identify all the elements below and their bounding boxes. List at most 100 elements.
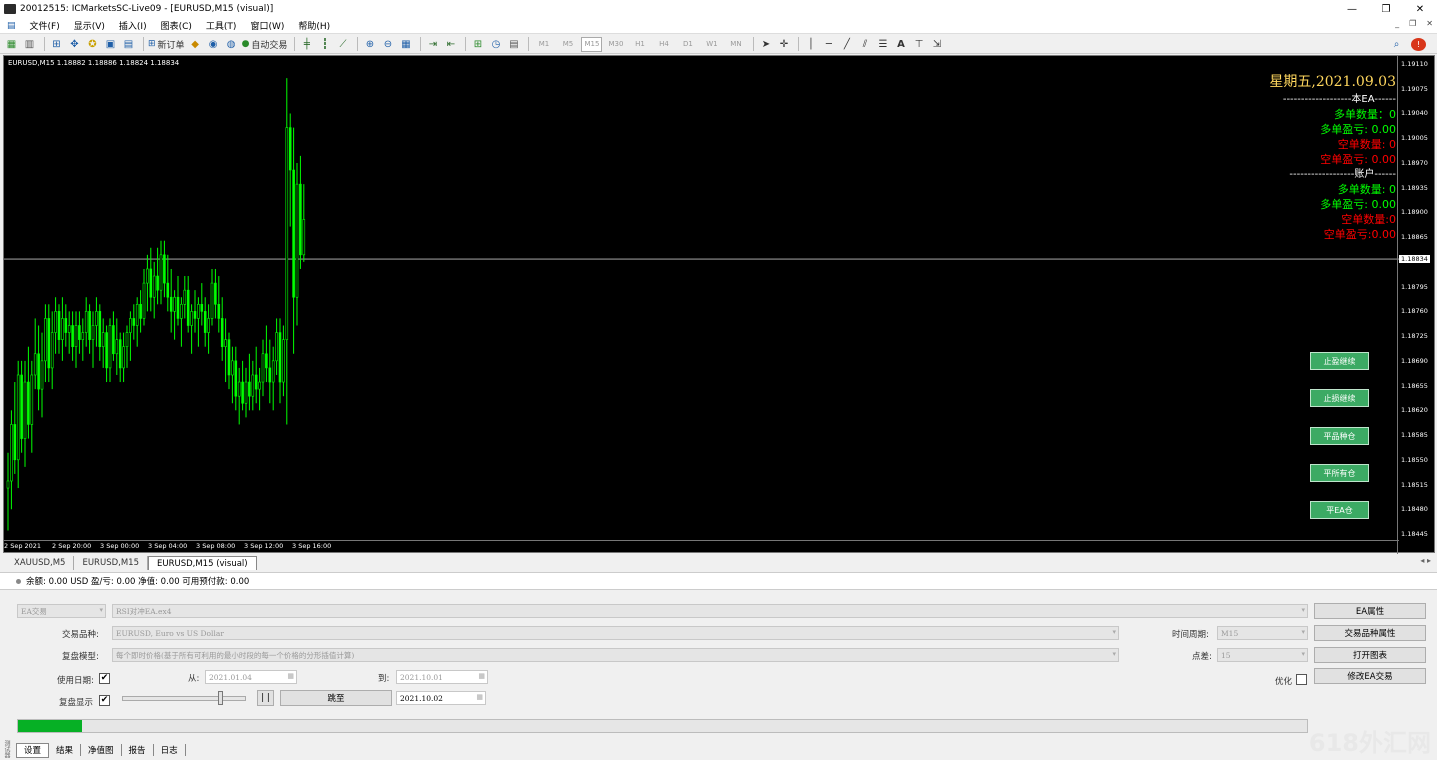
close-ea-positions-button[interactable]: 平EA仓 (1310, 501, 1369, 519)
timeframe-m15[interactable]: M15 (581, 36, 603, 52)
ea-properties-button[interactable]: EA属性 (1314, 603, 1426, 619)
metaeditor-icon[interactable]: ◆ (188, 37, 203, 52)
maximize-button[interactable]: ❐ (1369, 0, 1403, 18)
timeframe-h4[interactable]: H4 (653, 37, 674, 52)
skip-to-date-input[interactable]: 2021.10.02 ▦ (396, 691, 486, 705)
crosshair-icon[interactable]: ✛ (776, 37, 791, 52)
zoom-out-icon[interactable]: ⊖ (380, 37, 395, 52)
timeframe-m1[interactable]: M1 (533, 37, 554, 52)
menu-window[interactable]: 窗口(W) (243, 19, 291, 32)
profiles-icon[interactable]: ▥ (22, 37, 37, 52)
to-date-input[interactable]: 2021.10.01 ▦ (396, 670, 488, 684)
data-window-icon[interactable]: ✥ (67, 37, 82, 52)
candlestick-icon[interactable]: ┇ (317, 37, 332, 52)
close-all-positions-button[interactable]: 平所有仓 (1310, 464, 1369, 482)
periods-icon[interactable]: ◷ (488, 37, 503, 52)
ea-file-select[interactable]: RSI对冲EA.ex4 ▾ (112, 604, 1308, 618)
auto-trading-button[interactable]: ● 自动交易 (242, 37, 288, 52)
tab-xauusd-m5[interactable]: XAUUSD,M5 (6, 556, 75, 570)
menu-insert[interactable]: 插入(I) (112, 19, 154, 32)
signals-icon[interactable]: ◉ (206, 37, 221, 52)
trendline-icon[interactable]: ╱ (839, 37, 854, 52)
mdi-close-button[interactable]: ✕ (1426, 19, 1433, 28)
tab-settings[interactable]: 设置 (16, 742, 50, 758)
candle (271, 346, 275, 411)
mdi-restore-button[interactable]: ❐ (1409, 19, 1416, 28)
terminal-icon[interactable]: ▣ (103, 37, 118, 52)
sl-continue-button[interactable]: 止损继续 (1310, 389, 1369, 407)
menu-view[interactable]: 显示(V) (67, 19, 112, 32)
period-select[interactable]: M15 ▾ (1217, 626, 1308, 640)
text-icon[interactable]: A (893, 37, 908, 52)
candle (169, 268, 173, 333)
close-button[interactable]: ✕ (1403, 0, 1437, 18)
candle (71, 311, 74, 361)
vertical-line-icon[interactable]: │ (803, 37, 818, 52)
symbol-select[interactable]: EURUSD, Euro vs US Dollar ▾ (112, 626, 1119, 640)
arrows-icon[interactable]: ⇲ (929, 37, 944, 52)
timeframe-mn[interactable]: MN (725, 37, 746, 52)
modify-ea-button[interactable]: 修改EA交易 (1314, 668, 1426, 684)
menu-icon[interactable]: ▤ (0, 21, 23, 31)
tab-report[interactable]: 报告 (122, 744, 154, 756)
time-scale[interactable]: 2 Sep 2021 2 Sep 20:00 3 Sep 00:00 3 Sep 04… (4, 540, 1399, 552)
menu-file[interactable]: 文件(F) (23, 19, 67, 32)
tester-icon[interactable]: ▤ (121, 37, 136, 52)
fibonacci-icon[interactable]: ☰ (875, 37, 890, 52)
tab-journal[interactable]: 日志 (154, 744, 186, 756)
price-tick-label: 1.18865 (1401, 233, 1428, 242)
menu-help[interactable]: 帮助(H) (291, 19, 337, 32)
model-select[interactable]: 每个即时价格(基于所有可利用的最小时段的每一个价格的分形插值计算) ▾ (112, 648, 1119, 662)
tab-results[interactable]: 结果 (49, 744, 82, 756)
from-date-input[interactable]: 2021.01.04 ▦ (205, 670, 297, 684)
new-order-button[interactable]: ⊞ 新订单 (148, 37, 185, 52)
close-symbol-positions-button[interactable]: 平品种仓 (1310, 427, 1369, 445)
speed-slider-track[interactable] (122, 696, 246, 701)
notification-icon[interactable]: ! (1411, 37, 1426, 51)
bar-chart-icon[interactable]: ╪ (299, 37, 314, 52)
horizontal-line-icon[interactable]: ─ (821, 37, 836, 52)
chart-window[interactable]: EURUSD,M15 1.18882 1.18886 1.18824 1.188… (3, 55, 1435, 554)
tab-eurusd-m15-visual[interactable]: EURUSD,M15 (visual) (147, 556, 257, 570)
tab-eurusd-m15[interactable]: EURUSD,M15 (74, 556, 148, 570)
cursor-icon[interactable]: ➤ (758, 37, 773, 52)
pause-button[interactable]: | | (257, 690, 274, 706)
timeframe-m30[interactable]: M30 (605, 37, 626, 52)
timeframe-w1[interactable]: W1 (701, 37, 722, 52)
templates-icon[interactable]: ▤ (506, 37, 521, 52)
search-icon[interactable]: ⌕ (1389, 37, 1404, 52)
line-chart-icon[interactable]: ⟋ (335, 37, 350, 52)
speed-slider-thumb[interactable] (218, 691, 223, 705)
price-tick-label: 1.19005 (1401, 134, 1428, 143)
symbol-properties-button[interactable]: 交易品种属性 (1314, 625, 1426, 641)
tile-icon[interactable]: ▦ (398, 37, 413, 52)
channel-icon[interactable]: ⫽ (857, 37, 872, 52)
new-chart-icon[interactable]: ▦ (4, 37, 19, 52)
optimize-checkbox[interactable] (1296, 674, 1307, 685)
indicators-icon[interactable]: ⊞ (470, 37, 485, 52)
text-label-icon[interactable]: ⊤ (911, 37, 926, 52)
zoom-in-icon[interactable]: ⊕ (362, 37, 377, 52)
visual-mode-checkbox[interactable]: ✔ (99, 695, 110, 706)
menu-tools[interactable]: 工具(T) (199, 19, 244, 32)
market-icon[interactable]: ◍ (224, 37, 239, 52)
timeframe-d1[interactable]: D1 (677, 37, 698, 52)
tester-type-select[interactable]: EA交易 ▾ (17, 604, 106, 618)
market-watch-icon[interactable]: ⊞ (49, 37, 64, 52)
spread-select[interactable]: 15 ▾ (1217, 648, 1308, 662)
tab-equity-graph[interactable]: 净值图 (81, 744, 122, 756)
navigator-icon[interactable]: ✪ (85, 37, 100, 52)
chart-shift-icon[interactable]: ⇤ (443, 37, 458, 52)
open-chart-button[interactable]: 打开图表 (1314, 647, 1426, 663)
timeframe-h1[interactable]: H1 (629, 37, 650, 52)
use-date-checkbox[interactable]: ✔ (99, 673, 110, 684)
timeframe-m5[interactable]: M5 (557, 37, 578, 52)
tab-scroll-arrows-icon[interactable]: ◂ ▸ (1420, 556, 1431, 565)
mdi-minimize-button[interactable]: _ (1395, 19, 1399, 28)
menu-charts[interactable]: 图表(C) (154, 19, 199, 32)
skip-to-button[interactable]: 跳至 (280, 690, 392, 706)
minimize-button[interactable]: — (1335, 0, 1369, 18)
price-scale[interactable]: 1.19110 1.19075 1.19040 1.19005 1.18970 1.189… (1397, 56, 1434, 554)
autoscroll-icon[interactable]: ⇥ (425, 37, 440, 52)
tp-continue-button[interactable]: 止盈继续 (1310, 352, 1369, 370)
